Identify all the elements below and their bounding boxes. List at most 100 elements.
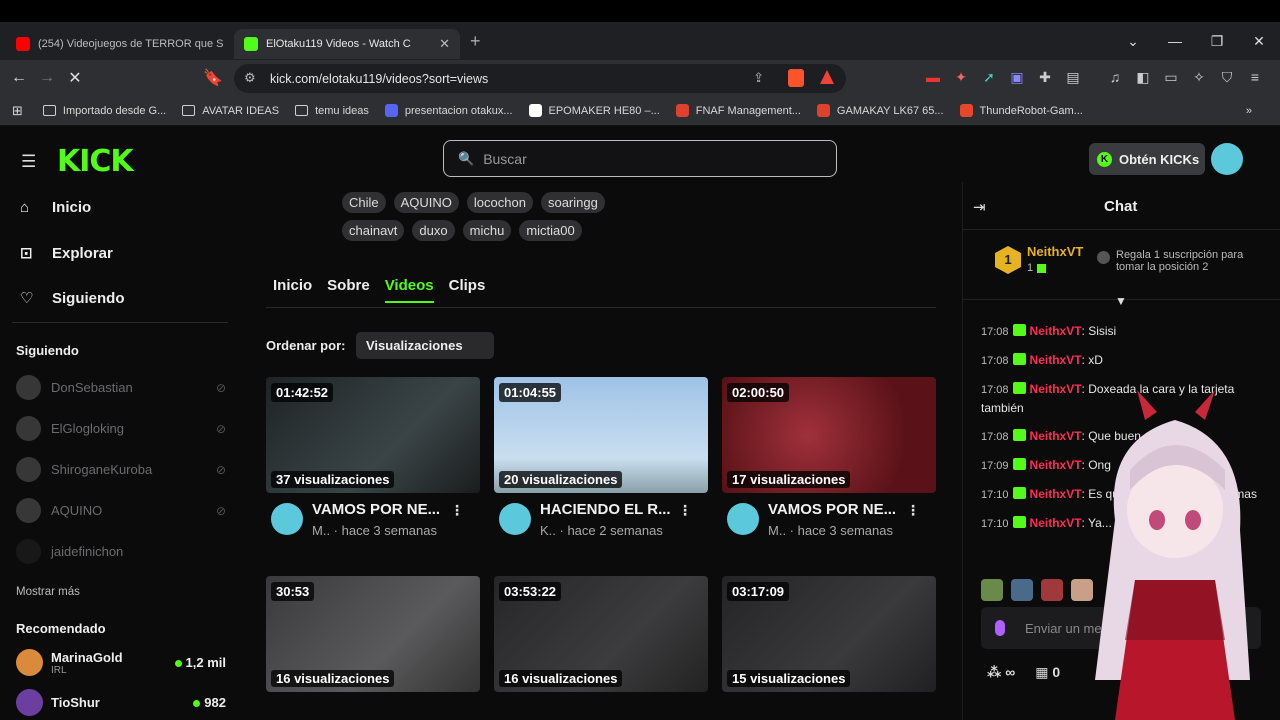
emote-icon[interactable] [981, 579, 1003, 601]
bookmark-item[interactable]: Importado desde G... [42, 105, 166, 117]
message-user[interactable]: NeithxVT [1030, 382, 1082, 396]
following-item[interactable]: AQUINO ⊘ [16, 498, 226, 523]
vpn-shield-icon[interactable]: ⛉ [1218, 68, 1236, 86]
video-card[interactable]: 02:00:50 17 visualizaciones VAMOS POR NE… [722, 377, 936, 545]
tag-chip[interactable]: chainavt [342, 220, 405, 241]
sort-dropdown[interactable]: Visualizaciones [356, 332, 494, 359]
channel-avatar[interactable] [499, 503, 531, 535]
video-card[interactable]: 30:53 16 visualizaciones [266, 576, 480, 692]
tab-clips[interactable]: Clips [449, 277, 486, 303]
following-item[interactable]: DonSebastian ⊘ [16, 375, 226, 400]
channel-avatar[interactable] [271, 503, 303, 535]
share-icon[interactable]: ⇪ [753, 70, 764, 86]
video-card[interactable]: 01:04:55 20 visualizaciones HACIENDO EL … [494, 377, 708, 545]
video-title[interactable]: VAMOS POR NE... [768, 501, 896, 518]
video-thumbnail[interactable]: 02:00:50 17 visualizaciones [722, 377, 936, 493]
browser-tab-kick[interactable]: ElOtaku119 Videos - Watch C ✕ [234, 29, 460, 59]
channel-points[interactable]: ⁂ ∞ [987, 664, 1015, 681]
address-bar[interactable]: ⚙ kick.com/elotaku119/videos?sort=views … [234, 64, 846, 93]
bookmark-item[interactable]: presentacion otakux... [384, 104, 513, 117]
tag-chip[interactable]: Chile [342, 192, 386, 213]
tab-videos[interactable]: Videos [384, 277, 434, 303]
tag-chip[interactable]: soaringg [540, 192, 605, 213]
brave-rewards-icon[interactable] [820, 70, 834, 84]
bookmark-item[interactable]: EPOMAKER HE80 –... [528, 104, 660, 117]
minimize-button[interactable]: — [1154, 33, 1196, 49]
new-tab-button[interactable]: + [470, 31, 481, 52]
show-more-link[interactable]: Mostrar más [16, 586, 80, 598]
tab-inicio[interactable]: Inicio [273, 277, 312, 303]
media-icon[interactable]: ▤ [1064, 68, 1082, 86]
close-tab-icon[interactable]: ✕ [439, 36, 450, 52]
bookmark-icon[interactable]: 🔖 [199, 68, 227, 88]
extension-icon[interactable]: ✦ [952, 68, 970, 86]
message-user[interactable]: NeithxVT [1030, 487, 1082, 501]
message-user[interactable]: NeithxVT [1030, 429, 1082, 443]
kick-logo[interactable]: KICK [57, 144, 134, 179]
user-avatar[interactable] [1211, 143, 1243, 175]
following-item[interactable]: ElGlogloking ⊘ [16, 416, 226, 441]
search-input[interactable]: 🔍 Buscar [443, 140, 837, 177]
video-title[interactable]: HACIENDO EL R... [540, 501, 671, 518]
more-options-icon[interactable]: ⋮ [678, 502, 692, 519]
top-gifter-name[interactable]: NeithxVT [1027, 244, 1083, 259]
nav-siguiendo[interactable]: ♡ Siguiendo [20, 289, 125, 308]
emote-icon[interactable] [1041, 579, 1063, 601]
music-icon[interactable]: ♫ [1106, 68, 1124, 86]
wallet-icon[interactable]: ▭ [1162, 68, 1180, 86]
menu-icon[interactable]: ≡ [1246, 68, 1264, 86]
puzzle-icon[interactable]: ✚ [1036, 68, 1054, 86]
extension-icon[interactable]: ▣ [1008, 68, 1026, 86]
tag-chip[interactable]: locochon [466, 192, 533, 213]
more-options-icon[interactable]: ⋮ [450, 502, 464, 519]
video-thumbnail[interactable]: 01:42:52 37 visualizaciones [266, 377, 480, 493]
hamburger-menu-icon[interactable]: ☰ [21, 152, 36, 172]
tab-sobre[interactable]: Sobre [327, 277, 370, 303]
forward-button[interactable]: → [33, 69, 61, 87]
video-thumbnail[interactable]: 03:53:22 16 visualizaciones [494, 576, 708, 692]
extension-icon[interactable]: ➚ [980, 68, 998, 86]
message-user[interactable]: NeithxVT [1030, 458, 1082, 472]
video-thumbnail[interactable]: 01:04:55 20 visualizaciones [494, 377, 708, 493]
bookmark-item[interactable]: FNAF Management... [675, 104, 801, 117]
more-options-icon[interactable]: ⋮ [906, 502, 920, 519]
following-item[interactable]: ShiroganeKuroba ⊘ [16, 457, 226, 482]
sidebar-icon[interactable]: ◧ [1134, 68, 1152, 86]
bookmark-item[interactable]: ThundeRobot-Gam... [959, 104, 1083, 117]
video-thumbnail[interactable]: 30:53 16 visualizaciones [266, 576, 480, 692]
close-window-button[interactable]: ✕ [1238, 33, 1280, 50]
chevron-down-icon[interactable]: ⌄ [1112, 33, 1154, 50]
gift-prompt[interactable]: Regala 1 suscripción para tomar la posic… [1097, 249, 1257, 273]
collapse-chat-icon[interactable]: ⇥ [973, 198, 986, 216]
site-settings-icon[interactable]: ⚙ [244, 70, 256, 86]
message-user[interactable]: NeithxVT [1030, 353, 1082, 367]
recommended-item[interactable]: TioShur 982 [16, 689, 226, 716]
video-title[interactable]: VAMOS POR NE... [312, 501, 440, 518]
restore-button[interactable]: ❐ [1196, 33, 1238, 50]
store[interactable]: ▦ 0 [1035, 664, 1060, 681]
bookmark-item[interactable]: GAMAKAY LK67 65... [816, 104, 944, 117]
extension-icon[interactable]: ▬ [924, 68, 942, 86]
more-bookmarks-icon[interactable]: » [1246, 105, 1252, 117]
tag-chip[interactable]: michu [462, 220, 512, 241]
apps-grid-icon[interactable]: ⊞ [12, 103, 23, 119]
leo-icon[interactable]: ✧ [1190, 68, 1208, 86]
message-user[interactable]: NeithxVT [1030, 324, 1082, 338]
browser-tab-youtube[interactable]: (254) Videojuegos de TERROR que S [6, 29, 234, 59]
scroll-chat-icon[interactable]: ▼ [1115, 294, 1127, 308]
bookmark-item[interactable]: AVATAR IDEAS [182, 105, 279, 117]
tag-chip[interactable]: mictia00 [519, 220, 582, 241]
get-kicks-button[interactable]: K Obtén KICKs [1089, 143, 1205, 175]
back-button[interactable]: ← [5, 69, 33, 87]
bookmark-item[interactable]: temu ideas [295, 105, 369, 117]
brave-shields-icon[interactable] [788, 69, 804, 87]
emote-icon[interactable] [1011, 579, 1033, 601]
video-card[interactable]: 03:53:22 16 visualizaciones [494, 576, 708, 692]
recommended-item[interactable]: MarinaGold IRL 1,2 mil [16, 649, 226, 676]
emote-picker-icon[interactable] [995, 620, 1005, 636]
channel-avatar[interactable] [727, 503, 759, 535]
stop-loading-button[interactable]: ✕ [61, 68, 89, 88]
video-card[interactable]: 01:42:52 37 visualizaciones VAMOS POR NE… [266, 377, 480, 545]
video-card[interactable]: 03:17:09 15 visualizaciones [722, 576, 936, 692]
nav-inicio[interactable]: ⌂ Inicio [20, 199, 91, 216]
